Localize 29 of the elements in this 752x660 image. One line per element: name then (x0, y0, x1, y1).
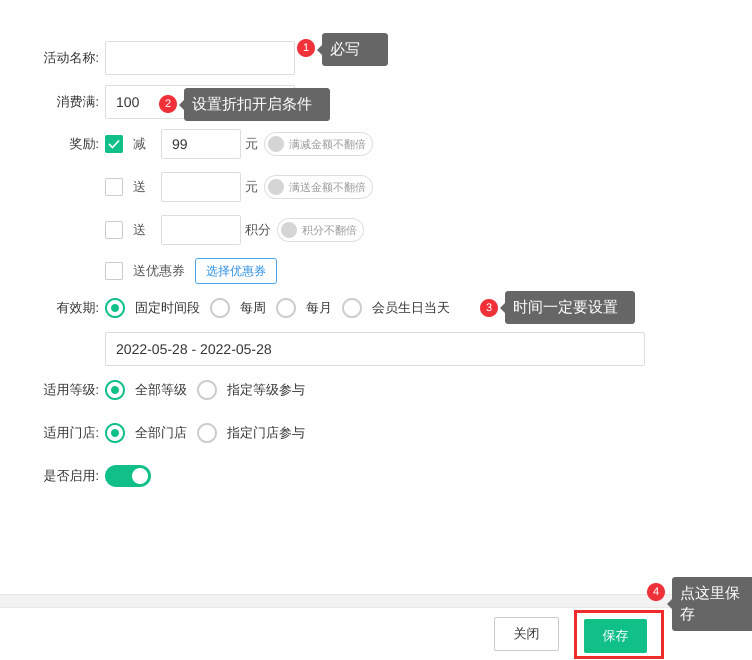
option-label: 送优惠券 (133, 262, 185, 280)
radio-label: 指定等级参与 (227, 381, 305, 399)
radio-label: 全部门店 (135, 424, 187, 442)
unit-label: 元 (245, 135, 258, 153)
number-badge: 1 (297, 39, 315, 57)
radio-label: 固定时间段 (135, 299, 200, 317)
annotation-tooltip: 必写 (322, 33, 388, 66)
field-label: 适用门店: (42, 424, 100, 442)
option-label: 送 (133, 221, 146, 239)
annotation-tooltip: 设置折扣开启条件 (184, 88, 330, 121)
radio-label: 会员生日当天 (372, 299, 450, 317)
option-label: 减 (133, 135, 146, 153)
annotation-tooltip: 点这里保存 (672, 577, 752, 631)
unit-label: 积分 (245, 221, 271, 239)
field-label: 消费满: (55, 93, 100, 111)
option-label: 送 (133, 178, 146, 196)
radio-label: 每月 (306, 299, 332, 317)
field-label: 奖励: (68, 135, 100, 153)
radio-label: 指定门店参与 (227, 424, 305, 442)
field-label: 是否启用: (42, 467, 100, 485)
radio-label: 每周 (240, 299, 266, 317)
radio-label: 全部等级 (135, 381, 187, 399)
annotation-tooltip: 时间一定要设置 (505, 291, 635, 324)
number-badge: 3 (480, 299, 498, 317)
field-label: 活动名称: (42, 49, 100, 67)
field-label: 适用等级: (42, 381, 100, 399)
field-label: 有效期: (55, 299, 100, 317)
unit-label: 元 (245, 178, 258, 196)
number-badge: 4 (647, 583, 665, 601)
